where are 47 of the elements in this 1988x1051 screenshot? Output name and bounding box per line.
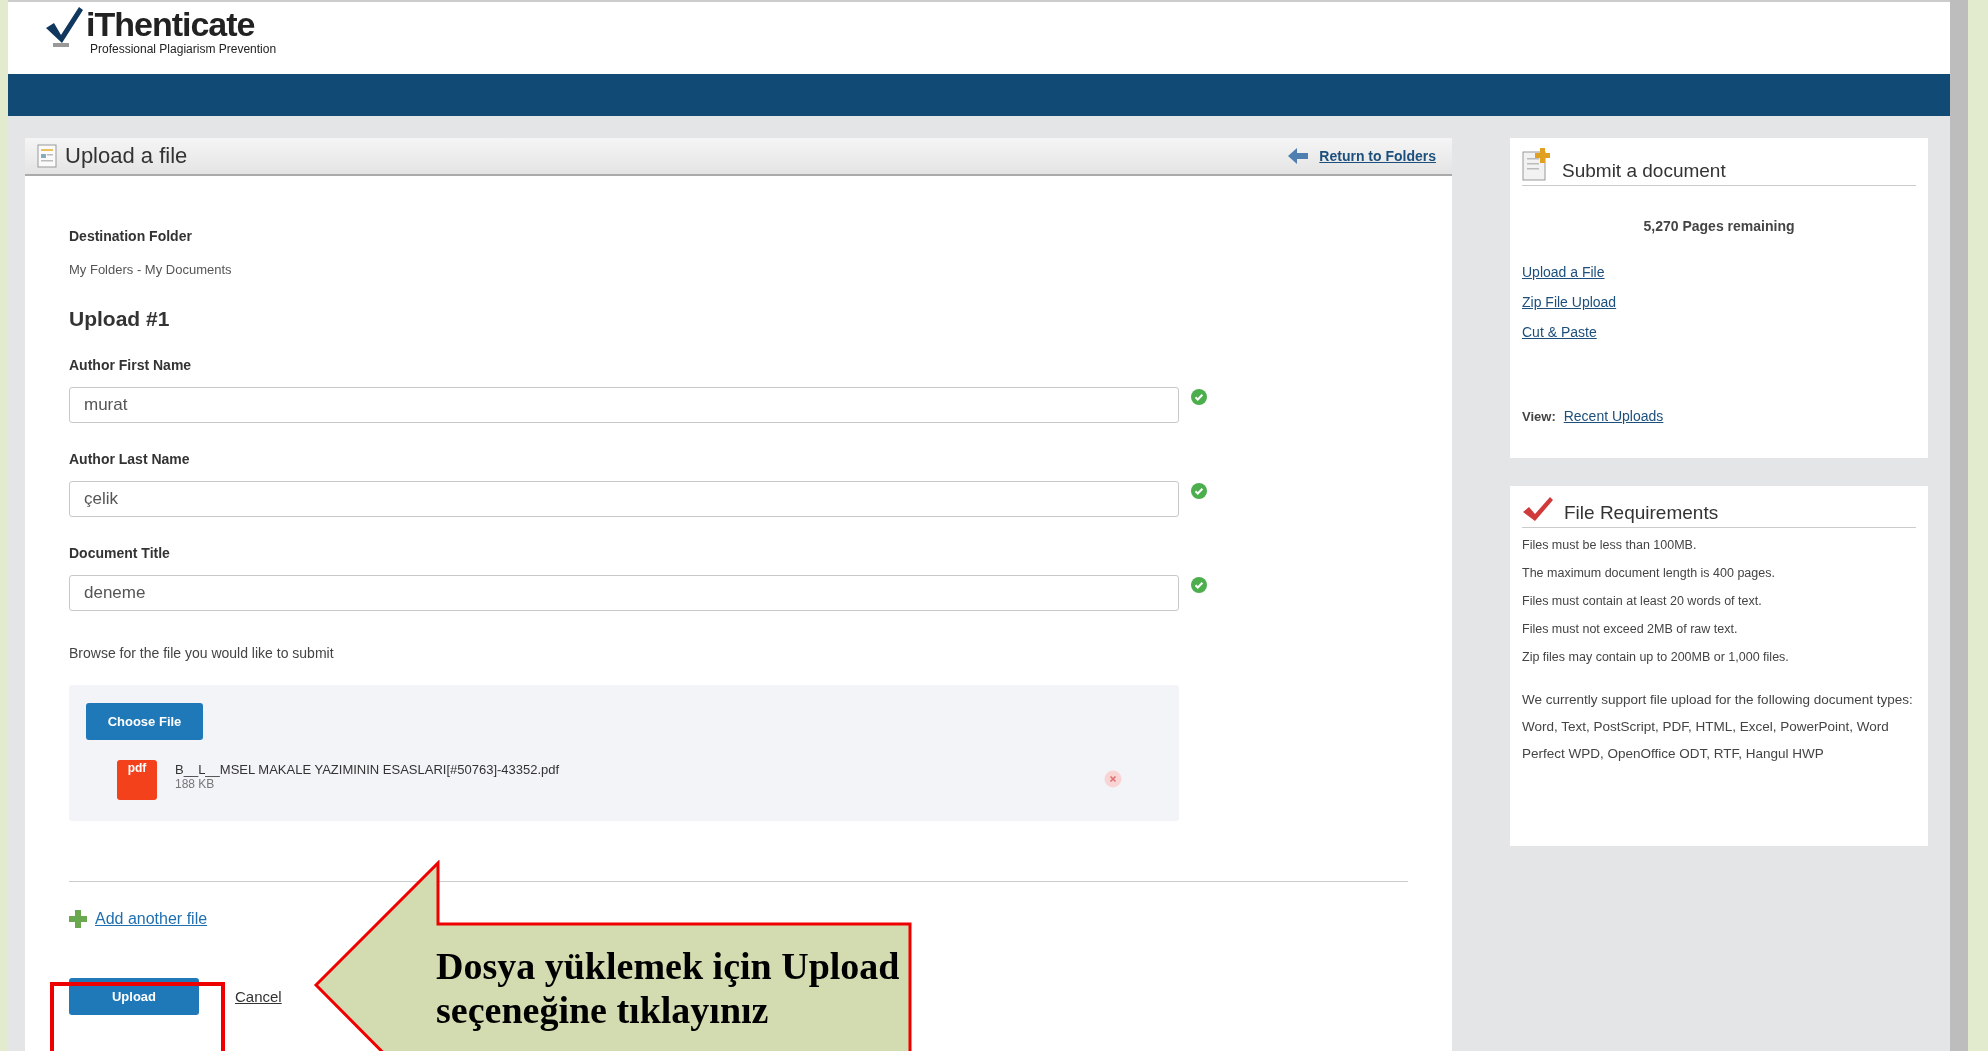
return-link[interactable]: Return to Folders <box>1319 148 1436 164</box>
card-title: File Requirements <box>1564 502 1719 524</box>
choose-file-button[interactable]: Choose File <box>86 703 203 740</box>
check-circle-icon <box>1191 483 1207 499</box>
callout-text: Dosya yüklemek için Upload seçeneğine tıklayınız <box>436 944 901 1032</box>
recent-uploads-link[interactable]: Recent Uploads <box>1563 408 1664 424</box>
submit-link[interactable]: Upload a File <box>1522 264 1605 280</box>
submit-link[interactable]: Cut & Paste <box>1522 324 1597 340</box>
document-add-icon <box>1522 148 1552 182</box>
remove-icon[interactable] <box>1104 770 1122 788</box>
requirement-text: Files must be less than 100MB. <box>1522 538 1698 552</box>
field-label: Author First Name <box>69 357 193 373</box>
logo-wordmark: iThenticate <box>86 6 256 42</box>
add-file-link[interactable]: Add another file <box>95 910 208 928</box>
submit-link[interactable]: Zip File Upload <box>1522 294 1617 310</box>
support-text: We currently support file upload for the following document types: <box>1522 691 1914 709</box>
checkmark-logo-icon <box>44 6 84 50</box>
file-type-badge: pdf <box>117 760 157 800</box>
text-field[interactable]: murat <box>69 387 1179 423</box>
view-label: View: <box>1522 409 1556 424</box>
browse-instruction: Browse for the file you would like to submit <box>69 645 335 661</box>
check-circle-icon <box>1191 389 1207 405</box>
requirement-text: Files must not exceed 2MB of raw text. <box>1522 622 1739 636</box>
scrollbar[interactable] <box>1950 0 1968 1051</box>
document-types: Word, Text, PostScript, PDF, HTML, Excel, PowerPoint, Word Perfect WPD, OpenOffice ODT, RTF, Hangul HWP <box>1522 718 1890 763</box>
check-circle-icon <box>1191 577 1207 593</box>
field-label: Author Last Name <box>69 451 191 467</box>
plus-icon <box>69 910 87 928</box>
destination-value: My Folders - My Documents <box>69 262 233 277</box>
cancel-link[interactable]: Cancel <box>235 988 282 1005</box>
text-field[interactable]: çelik <box>69 481 1179 517</box>
panel-title: Upload a file <box>65 143 188 169</box>
checkmark-icon <box>1522 496 1554 524</box>
requirement-text: Zip files may contain up to 200MB or 1,000 files. <box>1522 650 1790 664</box>
file-name: B__L__MSEL MAKALE YAZIMININ ESASLARI[#50763]-43352.pdf <box>175 762 560 777</box>
pages-remaining: 5,270 Pages remaining <box>1642 218 1796 234</box>
text-field[interactable]: deneme <box>69 575 1179 611</box>
upload-heading: Upload #1 <box>69 307 171 331</box>
requirement-text: Files must contain at least 20 words of text. <box>1522 594 1763 608</box>
destination-label: Destination Folder <box>69 228 193 244</box>
logo-tagline: Professional Plagiarism Prevention <box>90 42 277 56</box>
card-title: Submit a document <box>1562 160 1726 182</box>
file-size: 188 KB <box>175 777 216 791</box>
document-icon <box>37 144 57 168</box>
requirement-text: The maximum document length is 400 pages. <box>1522 566 1776 580</box>
field-label: Document Title <box>69 545 171 561</box>
left-arrow-icon <box>1287 147 1310 165</box>
